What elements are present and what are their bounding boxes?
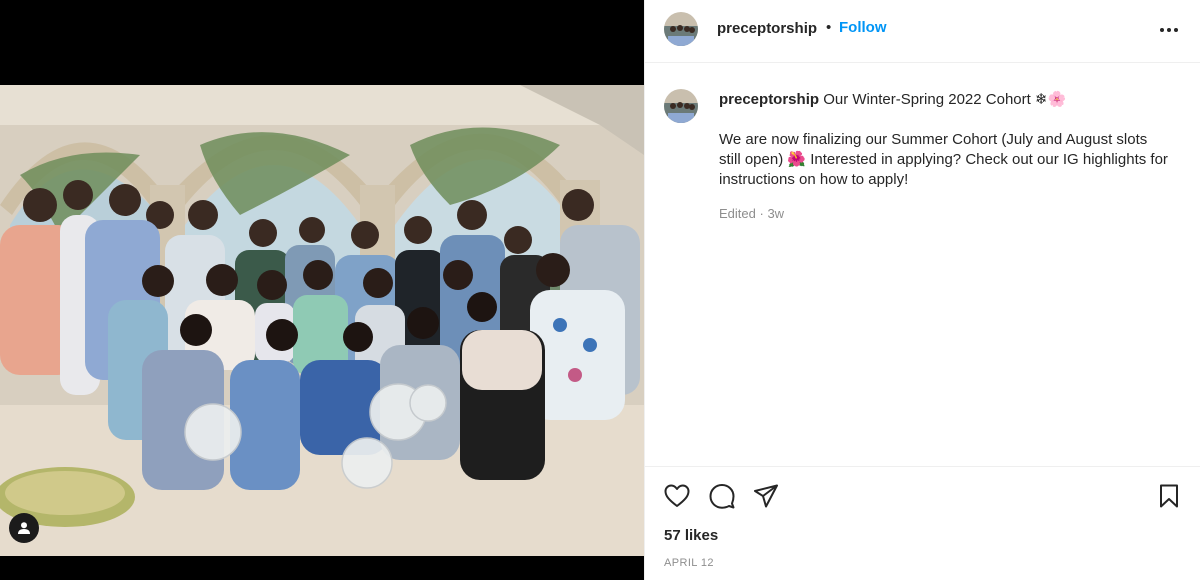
user-tag-icon	[18, 522, 30, 534]
heart-icon[interactable]	[663, 482, 691, 510]
profile-picture	[664, 89, 698, 123]
post-caption: preceptorship Our Winter-Spring 2022 Coh…	[719, 90, 1169, 190]
post-actions: 57 likes APRIL 12	[645, 466, 1200, 580]
post-panel: preceptorship • Follow preceptorship Our…	[644, 0, 1200, 580]
group-photo-illustration	[0, 85, 644, 556]
profile-picture	[664, 12, 698, 46]
caption-meta: Edited · 3w	[719, 206, 784, 221]
post-header: preceptorship • Follow	[645, 0, 1200, 63]
caption-avatar[interactable]	[664, 89, 698, 123]
separator-dot: •	[826, 19, 832, 36]
follow-button[interactable]: Follow	[839, 19, 887, 36]
bookmark-icon[interactable]	[1155, 482, 1183, 510]
post-date: APRIL 12	[664, 557, 714, 569]
post-author-username[interactable]: preceptorship	[717, 20, 817, 37]
caption-body: We are now finalizing our Summer Cohort …	[719, 131, 1168, 188]
caption-title: Our Winter-Spring 2022 Cohort ❄🌸	[823, 91, 1067, 108]
caption-username[interactable]: preceptorship	[719, 91, 819, 108]
meta-separator: ·	[755, 206, 768, 221]
tag-user-button[interactable]	[9, 513, 39, 543]
edited-label: Edited	[719, 206, 756, 221]
more-horizontal-icon[interactable]	[1157, 18, 1181, 42]
photo-panel	[0, 0, 644, 580]
post-photo[interactable]	[0, 85, 644, 556]
paper-plane-icon[interactable]	[752, 482, 780, 510]
time-ago[interactable]: 3w	[767, 206, 784, 221]
avatar[interactable]	[664, 12, 698, 46]
comment-bubble-icon[interactable]	[708, 482, 736, 510]
likes-count[interactable]: 57 likes	[664, 527, 718, 544]
